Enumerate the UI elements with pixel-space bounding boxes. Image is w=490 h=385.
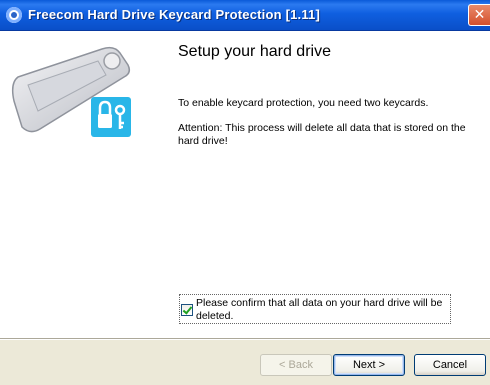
cancel-button-label: Cancel: [432, 359, 468, 371]
window-title: Freecom Hard Drive Keycard Protection [1…: [28, 7, 321, 22]
app-icon: [6, 7, 22, 23]
confirm-delete-label[interactable]: Please confirm that all data on your har…: [196, 297, 450, 323]
back-button[interactable]: < Back: [260, 354, 332, 376]
intro-text: To enable keycard protection, you need t…: [178, 97, 429, 109]
keycard-lock-icon: [11, 46, 131, 137]
lock-badge: [91, 97, 131, 137]
confirm-delete-checkbox[interactable]: [181, 304, 193, 316]
confirm-delete-option[interactable]: Please confirm that all data on your har…: [179, 294, 451, 324]
next-button-label: Next >: [352, 359, 386, 371]
warning-text: Attention: This process will delete all …: [178, 122, 466, 147]
wizard-content: Setup your hard drive To enable keycard …: [0, 31, 490, 338]
title-bar[interactable]: Freecom Hard Drive Keycard Protection [1…: [0, 0, 490, 31]
back-button-label: < Back: [279, 359, 313, 371]
page-title: Setup your hard drive: [178, 43, 331, 60]
cancel-button[interactable]: Cancel: [414, 354, 486, 376]
wizard-footer: < Back Next > Cancel: [0, 340, 490, 385]
installer-window: Freecom Hard Drive Keycard Protection [1…: [0, 0, 490, 385]
close-button[interactable]: ✕: [468, 4, 490, 26]
next-button[interactable]: Next >: [333, 354, 405, 376]
